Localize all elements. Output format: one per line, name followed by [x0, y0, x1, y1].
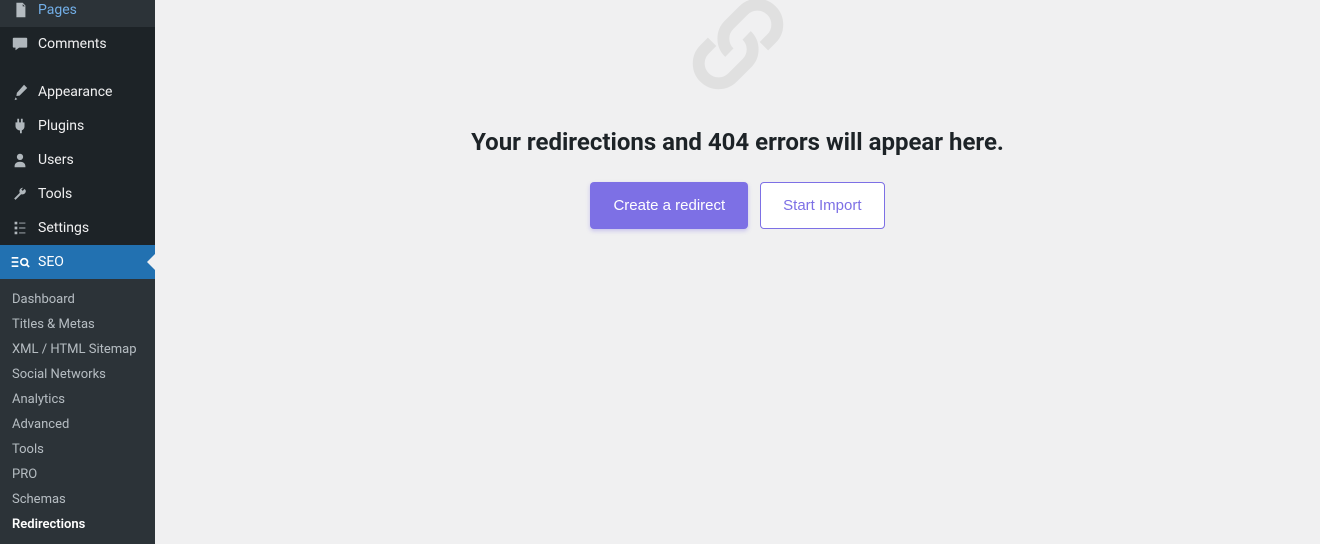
sidebar-item-label: Pages — [38, 2, 77, 18]
submenu-item-pro[interactable]: PRO — [0, 462, 155, 487]
sidebar-item-appearance[interactable]: Appearance — [0, 75, 155, 109]
sidebar-item-label: Comments — [38, 36, 107, 52]
empty-state-link-icon — [684, 0, 792, 98]
create-redirect-button[interactable]: Create a redirect — [590, 182, 748, 229]
empty-state-title: Your redirections and 404 errors will ap… — [471, 128, 1004, 156]
page-icon — [10, 0, 30, 20]
comment-icon — [10, 34, 30, 54]
sidebar-item-seo[interactable]: SEO — [0, 245, 155, 279]
sidebar-item-label: Tools — [38, 186, 72, 202]
seo-submenu: Dashboard Titles & Metas XML / HTML Site… — [0, 279, 155, 544]
sidebar-item-label: Users — [38, 152, 74, 168]
submenu-item-analytics[interactable]: Analytics — [0, 387, 155, 412]
submenu-item-dashboard[interactable]: Dashboard — [0, 287, 155, 312]
sidebar-item-label: Appearance — [38, 84, 112, 100]
wrench-icon — [10, 184, 30, 204]
submenu-item-sitemap[interactable]: XML / HTML Sitemap — [0, 337, 155, 362]
start-import-button[interactable]: Start Import — [760, 182, 884, 229]
submenu-item-schemas[interactable]: Schemas — [0, 487, 155, 512]
users-icon — [10, 150, 30, 170]
submenu-item-redirections[interactable]: Redirections — [0, 512, 155, 537]
submenu-item-tools[interactable]: Tools — [0, 437, 155, 462]
sidebar-item-tools[interactable]: Tools — [0, 177, 155, 211]
submenu-item-titles[interactable]: Titles & Metas — [0, 312, 155, 337]
menu-separator — [0, 61, 155, 75]
sidebar-item-comments[interactable]: Comments — [0, 27, 155, 61]
sidebar-item-label: Settings — [38, 220, 89, 236]
main-content: Your redirections and 404 errors will ap… — [155, 0, 1320, 544]
admin-sidebar: Pages Comments Appearance Plugins Users … — [0, 0, 155, 544]
sidebar-item-label: SEO — [38, 254, 64, 270]
seo-icon — [10, 252, 30, 272]
empty-state-actions: Create a redirect Start Import — [590, 182, 884, 229]
plugin-icon — [10, 116, 30, 136]
settings-icon — [10, 218, 30, 238]
sidebar-item-plugins[interactable]: Plugins — [0, 109, 155, 143]
brush-icon — [10, 82, 30, 102]
submenu-item-social[interactable]: Social Networks — [0, 362, 155, 387]
sidebar-item-pages[interactable]: Pages — [0, 0, 155, 27]
sidebar-item-label: Plugins — [38, 118, 84, 134]
sidebar-item-users[interactable]: Users — [0, 143, 155, 177]
submenu-item-advanced[interactable]: Advanced — [0, 412, 155, 437]
sidebar-item-settings[interactable]: Settings — [0, 211, 155, 245]
